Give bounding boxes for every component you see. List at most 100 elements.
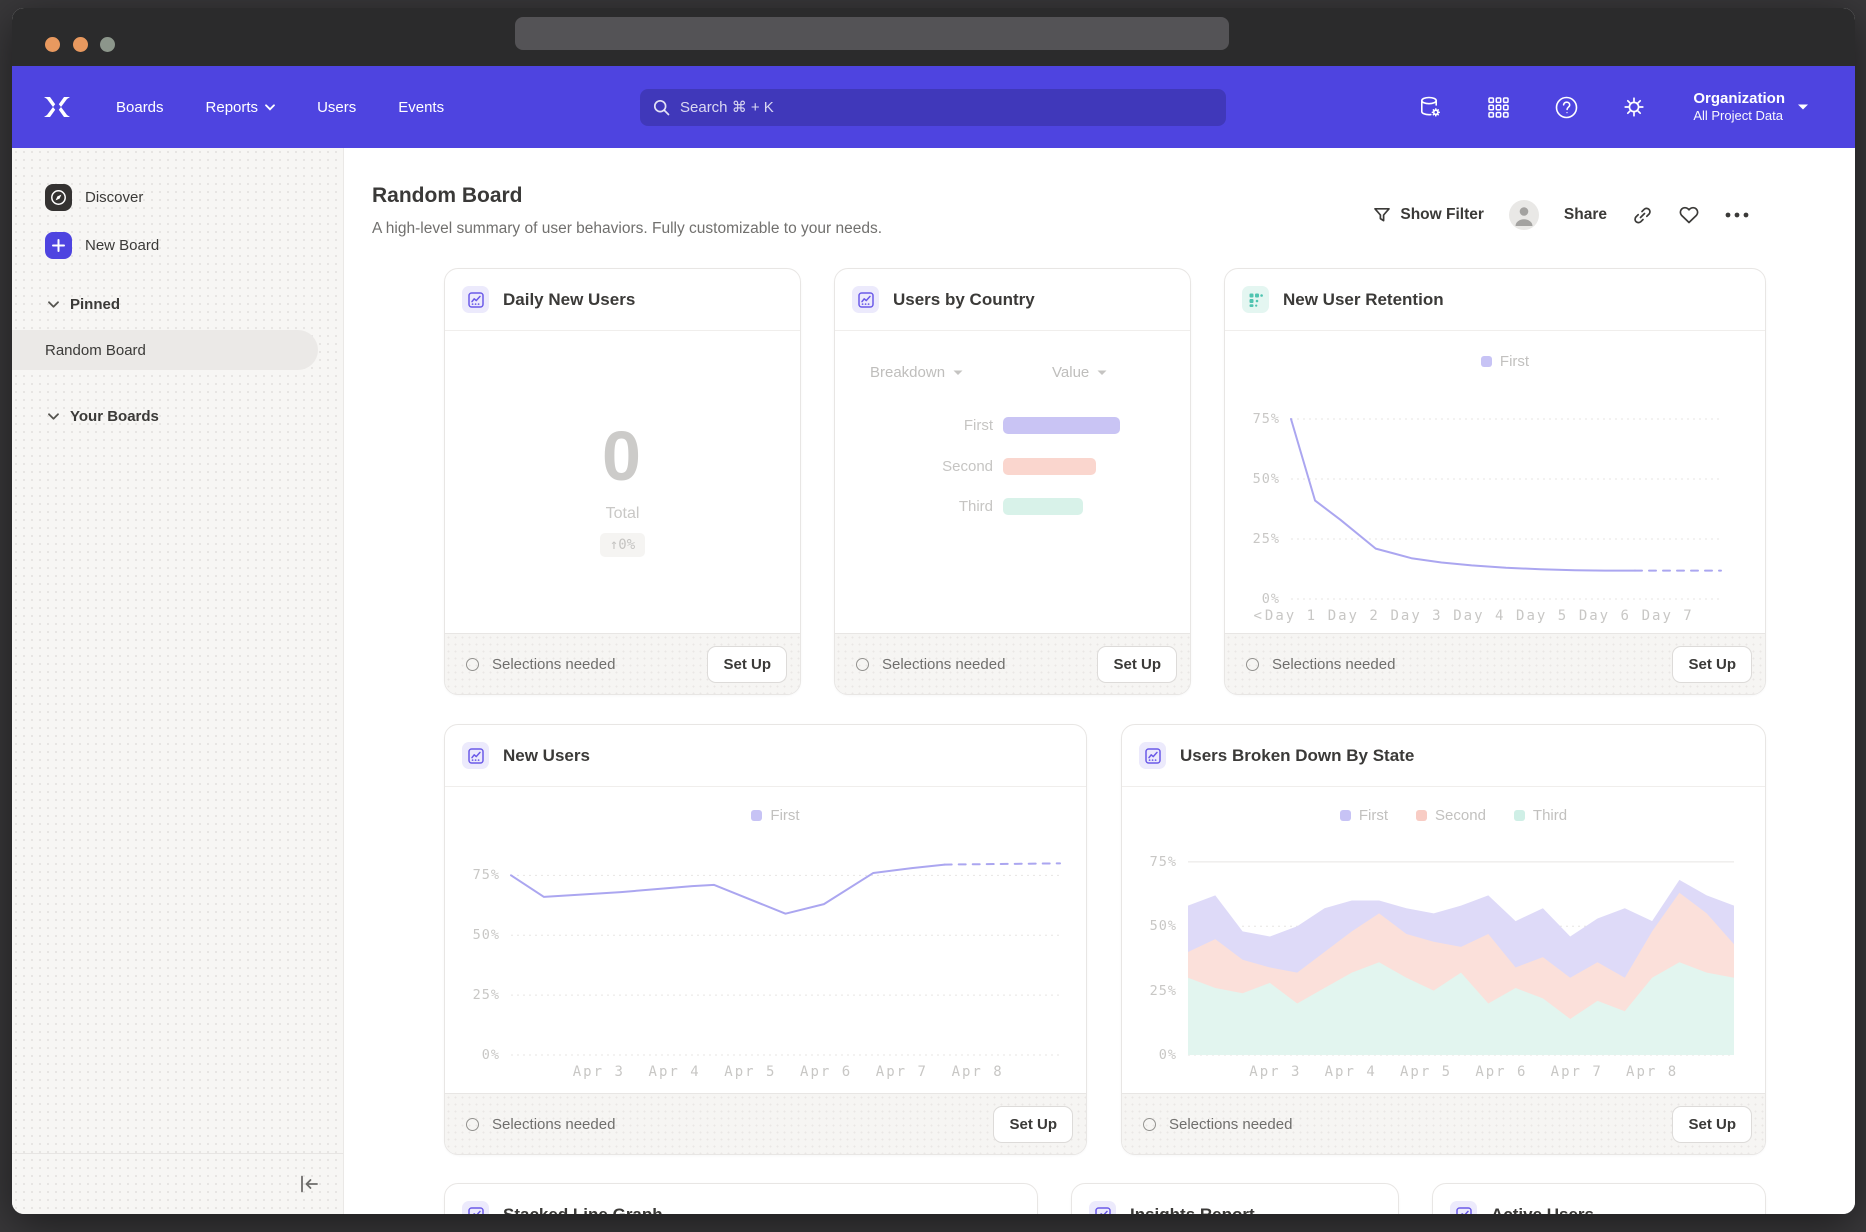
card-users-by-country[interactable]: Users by Country Breakdown Value F [834,268,1191,695]
y-axis-tick-label: 75% [1253,411,1280,427]
sidebar-item-random-board[interactable]: Random Board [12,330,318,370]
nav-item-users[interactable]: Users [317,99,356,116]
nav-item-reports[interactable]: Reports [206,99,276,116]
favorite-heart-icon[interactable] [1678,205,1700,225]
help-icon[interactable] [1553,94,1579,120]
y-axis-tick-label: 0% [482,1047,500,1063]
card-daily-new-users[interactable]: Daily New Users 0 Total ↑0% Selections n… [444,268,801,695]
card-active-users[interactable]: Active Users [1432,1183,1766,1214]
share-button[interactable]: Share [1564,206,1607,224]
x-axis-tick-label: Apr 6 [800,1064,852,1080]
kpi-value: 0 [602,419,643,493]
card-row-2: New Users First 75%50%25%0% [444,724,1766,1155]
card-header: Daily New Users [445,269,800,331]
retention-line-chart: 75%50%25%0% <Day 1Day 2Day 3Day 4Day 5Da… [1291,395,1721,599]
window-zoom-button[interactable] [100,37,115,52]
y-axis-tick-label: 75% [473,867,500,883]
window-minimize-button[interactable] [73,37,88,52]
apps-grid-icon[interactable] [1485,94,1511,120]
bar-third [1003,498,1083,515]
card-new-user-retention[interactable]: New User Retention First 75%50%25%0% [1224,268,1766,695]
avatar[interactable] [1509,200,1539,230]
sidebar-item-new-board[interactable]: New Board [45,232,159,259]
data-management-icon[interactable] [1417,94,1443,120]
y-axis-labels: 75%50%25%0% [454,849,500,1055]
setup-button[interactable]: Set Up [1097,646,1177,683]
legend-swatch [1514,810,1525,821]
mixpanel-logo-icon[interactable] [40,94,74,120]
x-axis-tick-label: Day 5 [1516,608,1568,624]
card-new-users[interactable]: New Users First 75%50%25%0% [444,724,1087,1155]
navbar-right-group: Organization All Project Data [1417,90,1809,124]
x-axis-tick-label: Apr 8 [952,1064,1004,1080]
card-row-3: Stacked Line Graph Insights Report [444,1183,1766,1214]
sidebar-footer [12,1153,343,1214]
sidebar-item-discover[interactable]: Discover [45,184,143,211]
x-axis-tick-label: Apr 5 [724,1064,776,1080]
x-axis-tick-label: Apr 3 [1249,1064,1301,1080]
y-axis-tick-label: 25% [1150,983,1177,999]
line-chart-icon [462,1201,489,1214]
retention-grid-icon [1242,286,1269,313]
dropdown-label: Value [1052,364,1089,381]
nav-label: Users [317,99,356,116]
value-dropdown[interactable]: Value [1052,364,1107,381]
chart-plot [1291,395,1721,599]
org-project-switcher[interactable]: Organization All Project Data [1693,90,1809,124]
status-text: Selections needed [492,656,615,673]
search-input[interactable] [680,99,1213,116]
copy-link-icon[interactable] [1632,205,1653,226]
chart-legend: First Second Third [1162,807,1745,824]
browser-address-bar[interactable] [515,17,1229,50]
chart-plot [1188,849,1734,1055]
breakdown-dropdown[interactable]: Breakdown [870,364,963,381]
sidebar-item-label: Discover [85,189,143,206]
y-axis-labels: 75%50%25%0% [1131,849,1177,1055]
card-body: First 75%50%25%0% Apr 3Apr 4Apr 5Apr 6Ap… [445,787,1086,1093]
more-options-icon[interactable] [1725,212,1749,218]
card-insights-report[interactable]: Insights Report [1071,1183,1399,1214]
setup-button[interactable]: Set Up [1672,646,1752,683]
nav-item-events[interactable]: Events [398,99,444,116]
legend-item: Second [1416,807,1486,824]
card-row-1: Daily New Users 0 Total ↑0% Selections n… [444,268,1766,695]
legend-label: Third [1533,807,1567,824]
new-users-line-chart: 75%50%25%0% Apr 3Apr 4Apr 5Apr 6Apr 7Apr… [511,849,1060,1055]
card-footer: Selections needed Set Up [1122,1093,1765,1154]
sidebar-item-label: New Board [85,237,159,254]
x-axis-tick-label: Day 3 [1390,608,1442,624]
nav-item-boards[interactable]: Boards [116,99,164,116]
card-footer: Selections needed Set Up [835,633,1190,694]
card-title: New Users [503,746,590,766]
org-labels: Organization All Project Data [1693,90,1785,124]
show-filter-button[interactable]: Show Filter [1373,206,1484,224]
card-stacked-line-graph[interactable]: Stacked Line Graph [444,1183,1038,1214]
sidebar-section-pinned[interactable]: Pinned [48,296,120,313]
legend-item: Third [1514,807,1567,824]
chevron-down-icon [1097,370,1107,376]
sidebar-section-label: Your Boards [70,408,159,425]
setup-button[interactable]: Set Up [993,1106,1073,1143]
chart-plot [511,849,1060,1055]
card-users-by-state[interactable]: Users Broken Down By State First S [1121,724,1766,1155]
bar-second [1003,458,1096,475]
x-axis-labels: <Day 1Day 2Day 3Day 4Day 5Day 6Day 7 [1291,608,1721,628]
setup-button[interactable]: Set Up [1672,1106,1752,1143]
global-search[interactable] [640,89,1226,126]
bar-row-label: Third [835,498,993,516]
setup-button[interactable]: Set Up [707,646,787,683]
chevron-down-icon [48,301,59,308]
status-text: Selections needed [882,656,1005,673]
x-axis-tick-label: Apr 4 [1325,1064,1377,1080]
y-axis-tick-label: 75% [1150,854,1177,870]
settings-gear-icon[interactable] [1621,94,1647,120]
card-title: Active Users [1491,1205,1594,1215]
dropdown-label: Breakdown [870,364,945,381]
x-axis-tick-label: < [1254,608,1264,624]
window-close-button[interactable] [45,37,60,52]
x-axis-tick-label: Apr 8 [1626,1064,1678,1080]
sidebar-section-your-boards[interactable]: Your Boards [48,408,159,425]
sidebar-collapse-icon[interactable] [297,1174,321,1194]
board-actions: Show Filter Share [1373,199,1749,231]
y-axis-labels: 75%50%25%0% [1234,395,1280,599]
